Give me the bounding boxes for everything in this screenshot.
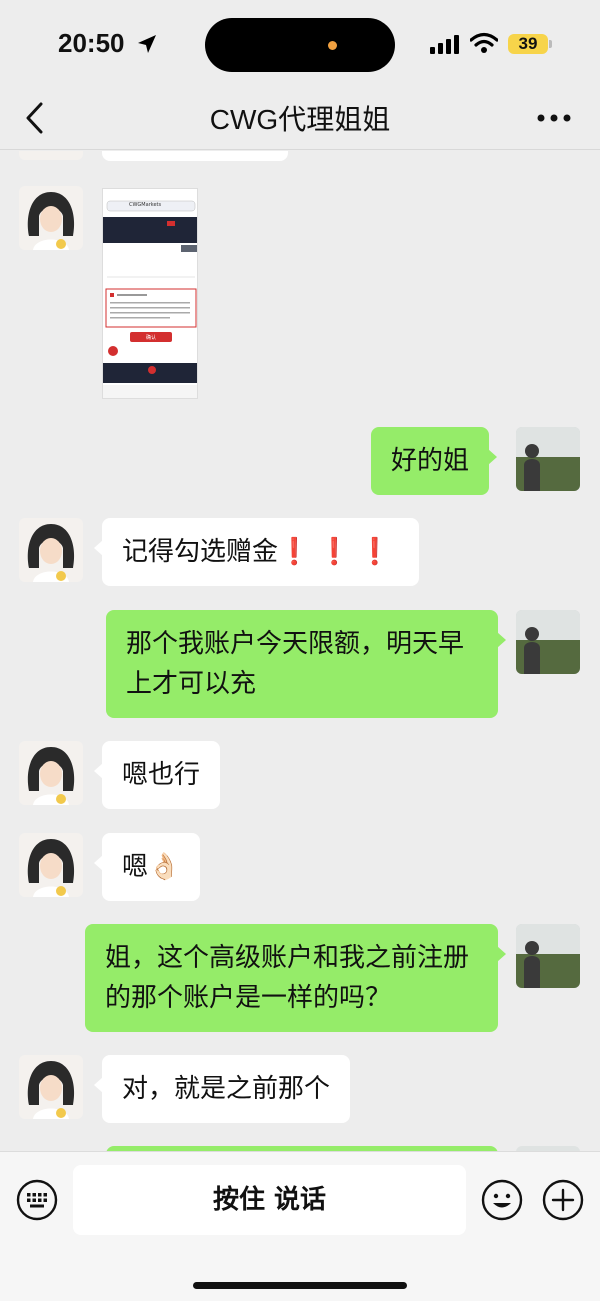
shared-image-thumbnail[interactable]: CWGMarkets 确认 (102, 188, 198, 399)
message-bubble-outgoing[interactable]: 那个我账户今天限额，明天早上才可以充 (106, 610, 506, 718)
dynamic-island (205, 18, 395, 72)
contact-avatar[interactable] (19, 1055, 83, 1119)
shared-image-button: 确认 (146, 335, 157, 341)
message-bubble-incoming[interactable]: 嗯也行 (93, 741, 221, 809)
home-indicator[interactable] (193, 1282, 407, 1289)
message-bubble-outgoing[interactable]: 好的姐 (371, 427, 498, 495)
message-list[interactable]: CWGMarkets 确认 好的姐 记得勾选赠金❗❗❗ 那个我账户今天限额，明天… (0, 151, 600, 1151)
battery-tip (549, 40, 552, 48)
status-time: 20:50 (58, 28, 125, 58)
exclamation-marks: ❗❗❗ (278, 537, 400, 567)
message-bubble-outgoing[interactable]: 姐，这个高级账户和我之前注册的那个账户是一样的吗？ (85, 924, 506, 1032)
chat-header: CWG代理姐姐 (0, 88, 600, 150)
status-bar: 20:50 39 (0, 0, 600, 88)
battery-indicator: 39 (508, 34, 548, 54)
hold-to-talk-button[interactable]: 按住 说话 (73, 1165, 466, 1235)
contact-avatar[interactable] (19, 741, 83, 805)
input-bar: 按住 说话 (0, 1151, 600, 1301)
add-icon[interactable] (542, 1179, 584, 1221)
contact-avatar[interactable] (19, 833, 83, 897)
wifi-icon (470, 32, 498, 53)
cellular-signal-icon (430, 35, 459, 54)
contact-avatar[interactable] (19, 151, 83, 160)
contact-avatar[interactable] (19, 186, 83, 250)
message-bubble-partial[interactable] (102, 151, 288, 161)
emoji-icon[interactable] (481, 1179, 523, 1221)
message-bubble-incoming[interactable]: 对，就是之前那个 (93, 1055, 351, 1123)
contact-avatar[interactable] (19, 518, 83, 582)
more-options-icon[interactable] (536, 112, 572, 124)
message-text: 记得勾选赠金 (122, 537, 279, 567)
message-bubble-incoming[interactable]: 记得勾选赠金❗❗❗ (93, 518, 420, 586)
message-bubble-incoming[interactable]: 嗯👌🏻 (93, 833, 201, 901)
privacy-indicator-dot (328, 41, 337, 50)
keyboard-icon[interactable] (16, 1179, 58, 1221)
chat-title: CWG代理姐姐 (209, 104, 391, 135)
self-avatar[interactable] (516, 924, 580, 988)
self-avatar[interactable] (516, 427, 580, 491)
self-avatar[interactable] (516, 610, 580, 674)
shared-image-site: CWGMarkets (129, 202, 162, 208)
location-arrow-icon (138, 35, 156, 53)
